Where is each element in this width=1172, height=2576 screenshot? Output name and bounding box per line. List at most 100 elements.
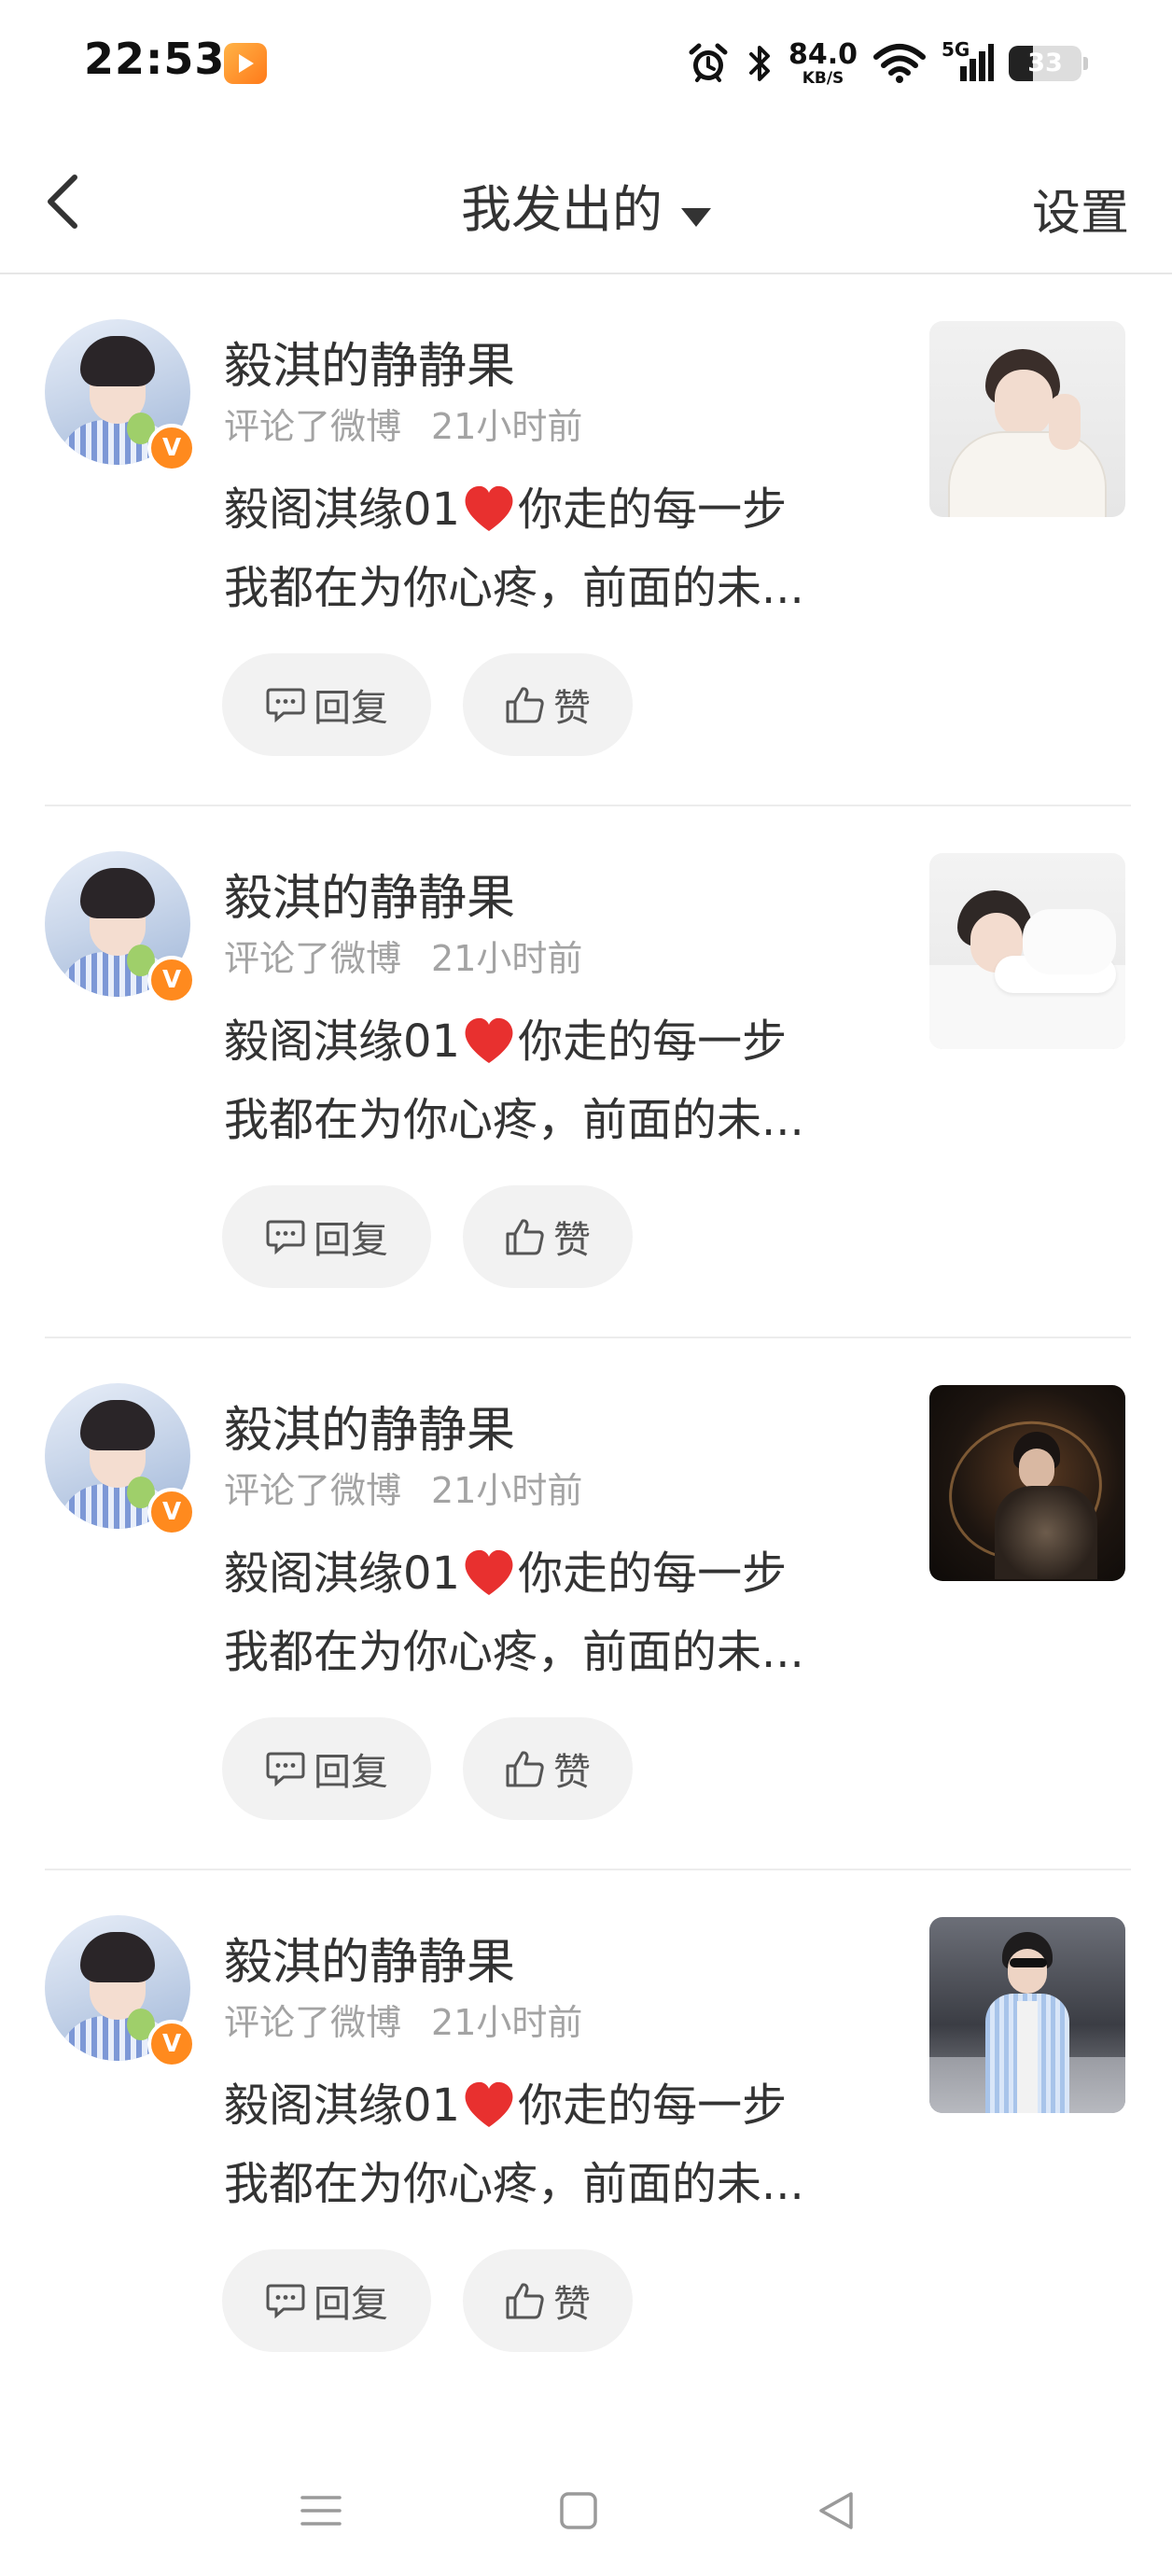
title-dropdown[interactable]: 我发出的 — [0, 168, 1172, 242]
comment-content[interactable]: 毅阁淇缘01 你走的每一步 我都在为你心疼，前面的未... — [224, 1002, 877, 1159]
action-text: 评论了微博 — [224, 2002, 402, 2043]
content-text-before: 毅阁淇缘01 — [224, 2079, 461, 2132]
reply-label: 回复 — [314, 1751, 388, 1794]
comment-feed: V 毅淇的静静果 评论了微博 21小时前 毅阁淇缘01 你走的每一步 我都在为你心疼… — [0, 274, 1172, 2401]
back-triangle-icon[interactable] — [808, 2483, 864, 2539]
net-speed-unit: KB/S — [802, 68, 844, 88]
caret-down-icon — [681, 207, 711, 227]
content-text-before: 毅阁淇缘01 — [224, 483, 461, 536]
verified-badge-label: V — [161, 2030, 182, 2058]
time-ago: 21小时前 — [431, 2002, 583, 2043]
verified-badge-label: V — [161, 1498, 182, 1526]
like-button[interactable]: 赞 — [463, 1185, 633, 1288]
action-text: 评论了微博 — [224, 1470, 402, 1511]
wifi-icon — [873, 44, 926, 83]
content-line-2: 我都在为你心疼，前面的未... — [224, 2158, 804, 2210]
alarm-icon — [689, 43, 728, 82]
comment-bubble-icon — [266, 2284, 305, 2319]
like-button[interactable]: 赞 — [463, 653, 633, 756]
weibo-thumbnail-image[interactable] — [929, 321, 1125, 517]
list-item[interactable]: V 毅淇的静静果 评论了微博 21小时前 毅阁淇缘01 你走的每一步 我都在为你心疼… — [45, 1337, 1131, 1869]
like-button[interactable]: 赞 — [463, 1717, 633, 1820]
action-text: 评论了微博 — [224, 406, 402, 447]
status-icons: 84.0 KB/S 5G 33 — [686, 35, 1088, 91]
cellular-signal-icon: 5G — [942, 38, 994, 85]
settings-button[interactable]: 设置 — [1032, 174, 1129, 244]
content-text-after: 你走的每一步 — [518, 1547, 788, 1600]
like-label: 赞 — [553, 1751, 591, 1794]
bluetooth-icon — [748, 46, 770, 81]
net-speed-value: 84.0 — [788, 37, 858, 71]
comment-bubble-icon — [266, 1220, 305, 1255]
like-label: 赞 — [553, 1219, 591, 1262]
red-heart-emoji — [465, 1549, 513, 1595]
comment-bubble-icon — [266, 688, 305, 723]
app-notification-icon — [224, 43, 267, 84]
reply-button[interactable]: 回复 — [222, 1717, 431, 1820]
username[interactable]: 毅淇的静静果 — [224, 859, 515, 929]
reply-label: 回复 — [314, 1219, 388, 1262]
comment-content[interactable]: 毅阁淇缘01 你走的每一步 我都在为你心疼，前面的未... — [224, 1534, 877, 1691]
list-item[interactable]: V 毅淇的静静果 评论了微博 21小时前 毅阁淇缘01 你走的每一步 我都在为你心疼… — [45, 1869, 1131, 2401]
weibo-thumbnail-image[interactable] — [929, 1385, 1125, 1581]
comment-meta: 评论了微博 21小时前 — [224, 1994, 582, 2045]
home-square-icon[interactable] — [551, 2483, 607, 2539]
content-line-2: 我都在为你心疼，前面的未... — [224, 1626, 804, 1678]
like-label: 赞 — [553, 687, 591, 730]
reply-button[interactable]: 回复 — [222, 653, 431, 756]
username[interactable]: 毅淇的静静果 — [224, 1923, 515, 1993]
verified-badge-label: V — [161, 434, 182, 462]
reply-button[interactable]: 回复 — [222, 2249, 431, 2352]
content-text-before: 毅阁淇缘01 — [224, 1015, 461, 1068]
verified-badge-label: V — [161, 966, 182, 994]
time-ago: 21小时前 — [431, 406, 583, 447]
reply-button[interactable]: 回复 — [222, 1185, 431, 1288]
username[interactable]: 毅淇的静静果 — [224, 1391, 515, 1461]
red-heart-emoji — [465, 485, 513, 531]
comment-actions: 回复 赞 — [222, 1185, 633, 1288]
verified-badge-icon: V — [147, 424, 196, 472]
comment-meta: 评论了微博 21小时前 — [224, 930, 582, 981]
list-item[interactable]: V 毅淇的静静果 评论了微博 21小时前 毅阁淇缘01 你走的每一步 我都在为你心疼… — [45, 805, 1131, 1337]
list-item[interactable]: V 毅淇的静静果 评论了微博 21小时前 毅阁淇缘01 你走的每一步 我都在为你心疼… — [0, 274, 1172, 805]
reply-label: 回复 — [314, 687, 388, 730]
comment-bubble-icon — [266, 1752, 305, 1787]
status-time: 22:53 — [84, 34, 226, 84]
thumbs-up-icon — [506, 1751, 544, 1787]
comment-meta: 评论了微博 21小时前 — [224, 1462, 582, 1513]
time-ago: 21小时前 — [431, 938, 583, 979]
red-heart-emoji — [465, 1017, 513, 1063]
weibo-thumbnail-image[interactable] — [929, 1917, 1125, 2113]
net-speed: 84.0 KB/S — [788, 37, 858, 88]
verified-badge-icon: V — [147, 1488, 196, 1536]
page-title: 我发出的 — [461, 180, 663, 239]
battery-level: 33 — [1027, 49, 1063, 77]
thumbs-up-icon — [506, 2283, 544, 2319]
username[interactable]: 毅淇的静静果 — [224, 327, 515, 397]
red-heart-emoji — [465, 2081, 513, 2127]
system-nav-bar — [0, 2445, 1172, 2576]
reply-label: 回复 — [314, 2283, 388, 2326]
like-label: 赞 — [553, 2283, 591, 2326]
weibo-thumbnail-image[interactable] — [929, 853, 1125, 1049]
content-line-2: 我都在为你心疼，前面的未... — [224, 1094, 804, 1146]
comment-content[interactable]: 毅阁淇缘01 你走的每一步 我都在为你心疼，前面的未... — [224, 470, 877, 627]
top-nav-bar: 我发出的 设置 — [0, 131, 1172, 274]
like-button[interactable]: 赞 — [463, 2249, 633, 2352]
action-text: 评论了微博 — [224, 938, 402, 979]
comment-actions: 回复 赞 — [222, 1717, 633, 1820]
content-text-after: 你走的每一步 — [518, 2079, 788, 2132]
status-bar: 22:53 84.0 KB/S 5G 33 — [0, 0, 1172, 131]
content-text-before: 毅阁淇缘01 — [224, 1547, 461, 1600]
battery-icon: 33 — [1009, 46, 1081, 81]
verified-badge-icon: V — [147, 2020, 196, 2068]
comment-content[interactable]: 毅阁淇缘01 你走的每一步 我都在为你心疼，前面的未... — [224, 2066, 877, 2223]
screen: 22:53 84.0 KB/S 5G 33 我发出的 设置 V 毅淇的静静果 评… — [0, 0, 1172, 2576]
content-text-after: 你走的每一步 — [518, 1015, 788, 1068]
thumbs-up-icon — [506, 687, 544, 723]
content-line-2: 我都在为你心疼，前面的未... — [224, 562, 804, 614]
menu-icon[interactable] — [293, 2483, 349, 2539]
verified-badge-icon: V — [147, 956, 196, 1004]
thumbs-up-icon — [506, 1219, 544, 1255]
content-text-after: 你走的每一步 — [518, 483, 788, 536]
